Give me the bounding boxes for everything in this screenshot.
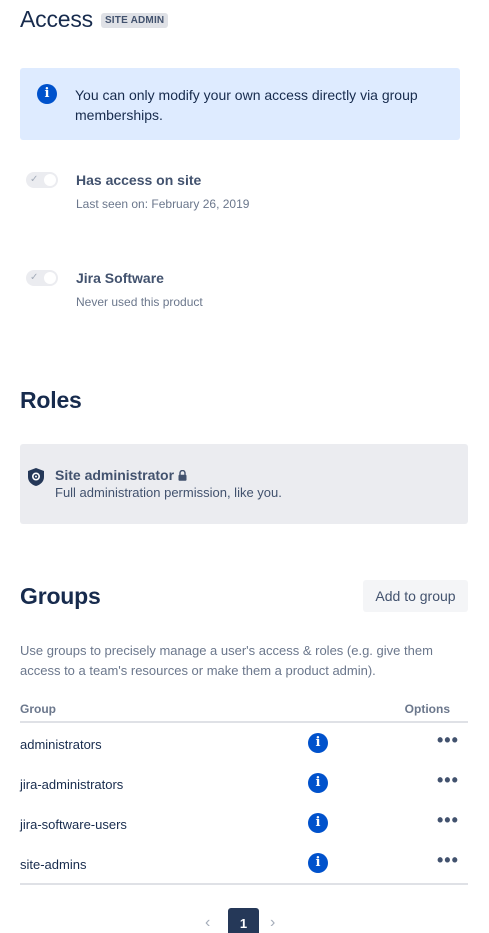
- shield-icon: [28, 468, 44, 486]
- lock-icon: [178, 469, 187, 481]
- role-name-text: Site administrator: [55, 467, 175, 483]
- page-title: Access: [20, 6, 93, 32]
- page-button-current[interactable]: 1: [228, 908, 259, 933]
- group-name: site-admins: [20, 857, 87, 872]
- group-name: administrators: [20, 737, 102, 752]
- group-name: jira-administrators: [20, 777, 124, 792]
- site-admin-badge: SITE ADMIN: [100, 13, 169, 28]
- check-icon: ✓: [30, 272, 39, 283]
- role-card-site-administrator: Site administrator Full administration p…: [20, 444, 468, 524]
- role-description: Full administration permission, like you…: [55, 485, 282, 500]
- info-banner: i You can only modify your own access di…: [20, 68, 460, 140]
- role-name: Site administrator: [55, 467, 187, 483]
- table-row: jira-software-users i •••: [20, 804, 468, 844]
- more-options-button[interactable]: •••: [437, 810, 459, 831]
- toggle-knob: [44, 174, 56, 186]
- info-icon[interactable]: i: [308, 853, 328, 873]
- product-title-site-access: Has access on site: [76, 172, 202, 188]
- table-row: jira-administrators i •••: [20, 764, 468, 804]
- groups-table-header: Group Options: [20, 700, 468, 723]
- more-options-button[interactable]: •••: [437, 850, 459, 871]
- groups-description: Use groups to precisely manage a user's …: [20, 643, 433, 678]
- access-header: Access SITE ADMIN: [20, 6, 169, 33]
- table-divider: [20, 883, 468, 885]
- site-access-toggle[interactable]: ✓: [26, 172, 58, 188]
- chevron-left-icon[interactable]: ‹: [205, 914, 210, 932]
- info-banner-text: You can only modify your own access dire…: [75, 87, 418, 123]
- groups-title: Groups: [20, 583, 101, 609]
- column-header-group: Group: [20, 702, 56, 716]
- toggle-knob: [44, 272, 56, 284]
- column-header-options: Options: [404, 702, 450, 716]
- add-to-group-button[interactable]: Add to group: [363, 580, 468, 612]
- more-options-button[interactable]: •••: [437, 730, 459, 751]
- product-subtitle-site-access: Last seen on: February 26, 2019: [76, 197, 250, 211]
- info-icon[interactable]: i: [308, 813, 328, 833]
- check-icon: ✓: [30, 174, 39, 185]
- info-icon[interactable]: i: [308, 773, 328, 793]
- more-options-button[interactable]: •••: [437, 770, 459, 791]
- table-row: site-admins i •••: [20, 844, 468, 884]
- product-subtitle-jira-software: Never used this product: [76, 295, 203, 309]
- product-title-jira-software: Jira Software: [76, 270, 164, 286]
- table-row: administrators i •••: [20, 724, 468, 764]
- info-icon[interactable]: i: [308, 733, 328, 753]
- roles-title: Roles: [20, 387, 82, 413]
- info-icon: i: [37, 84, 57, 104]
- group-name: jira-software-users: [20, 817, 127, 832]
- chevron-right-icon[interactable]: ›: [270, 914, 275, 932]
- jira-software-toggle[interactable]: ✓: [26, 270, 58, 286]
